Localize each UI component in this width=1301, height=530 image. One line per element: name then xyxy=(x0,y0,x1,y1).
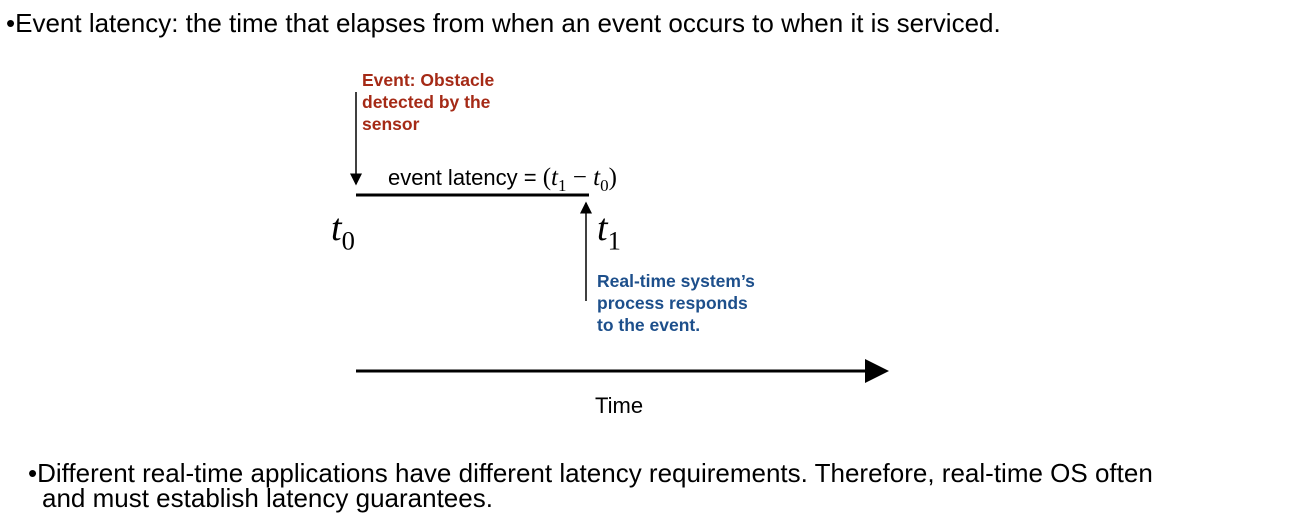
equation-prefix: event latency = xyxy=(388,165,543,190)
response-label: Real-time system’s process responds to t… xyxy=(597,270,755,336)
response-label-line: to the event. xyxy=(597,315,701,335)
t1-label: t1 xyxy=(597,206,621,256)
t1-var: t xyxy=(597,207,608,249)
time-axis-label: Time xyxy=(595,393,644,418)
eq-t0-sub: 0 xyxy=(600,175,609,195)
eq-t1-sub: 1 xyxy=(558,175,567,195)
t1-sub: 1 xyxy=(607,225,621,256)
t0-label: t0 xyxy=(331,206,355,256)
bullet-2-text-line-2: and must establish latency guarantees. xyxy=(42,483,493,513)
response-label-line: process responds xyxy=(597,293,748,313)
eq-open: ( xyxy=(542,164,552,191)
diagram-lines xyxy=(350,92,889,383)
eq-minus: − xyxy=(566,164,594,191)
t0-var: t xyxy=(331,207,342,249)
eq-t1: t xyxy=(551,164,558,191)
eq-close: ) xyxy=(608,164,617,191)
bullet-2: •Different real-time applications have d… xyxy=(28,458,1153,513)
response-label-line: Real-time system’s xyxy=(597,271,755,291)
latency-equation: event latency = (t1 − t0) xyxy=(388,164,617,196)
t0-sub: 0 xyxy=(341,225,355,256)
